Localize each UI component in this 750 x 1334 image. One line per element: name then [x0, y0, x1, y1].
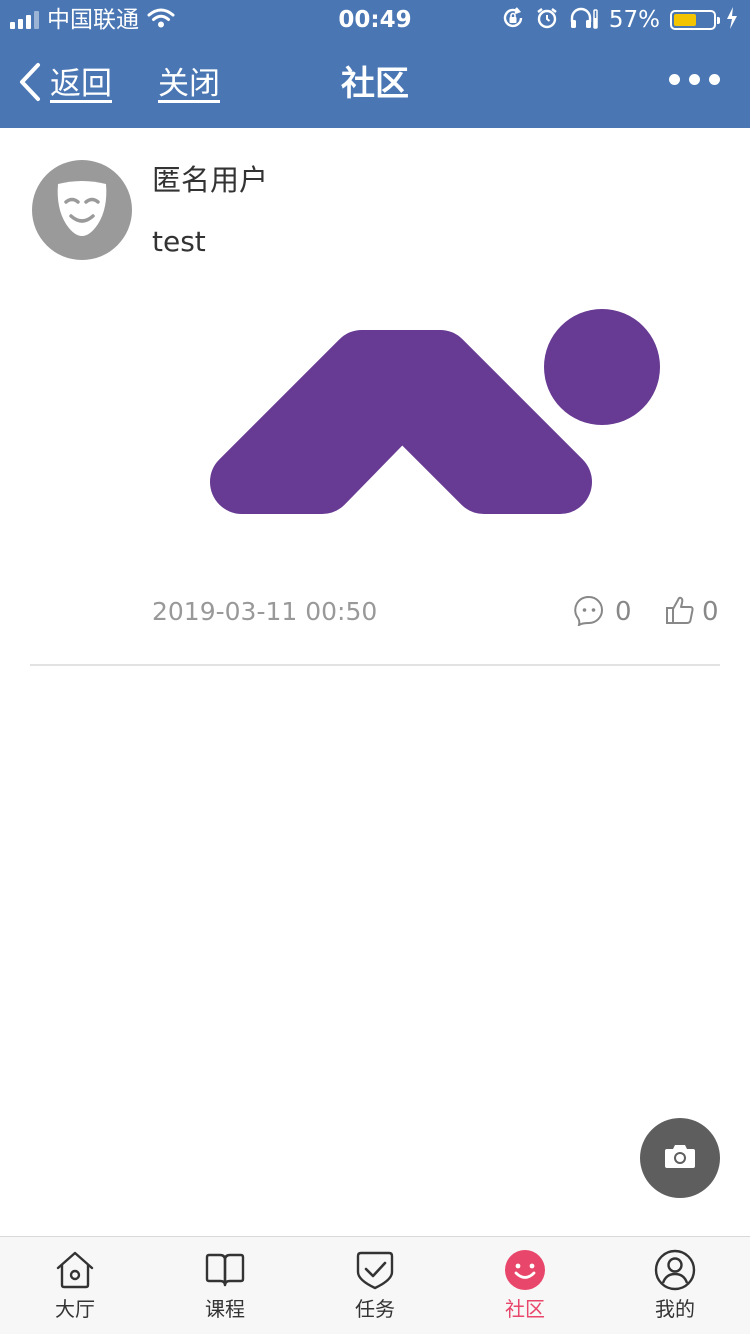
navigation-bar: 返回 关闭 社区 — [0, 40, 750, 128]
tab-hall[interactable]: 大厅 — [0, 1237, 150, 1334]
tab-label: 社区 — [505, 1297, 545, 1321]
more-icon[interactable] — [669, 74, 720, 85]
rotation-lock-icon — [501, 6, 525, 34]
like-button[interactable]: 0 — [664, 594, 719, 630]
post-timestamp: 2019-03-11 00:50 — [152, 597, 378, 626]
like-count: 0 — [702, 597, 719, 627]
alarm-icon — [535, 6, 559, 34]
comment-icon — [573, 594, 605, 630]
tab-label: 我的 — [655, 1297, 695, 1321]
tab-courses[interactable]: 课程 — [150, 1237, 300, 1334]
profile-icon — [654, 1249, 696, 1291]
comment-count: 0 — [615, 597, 632, 627]
logo-dot-shape — [544, 309, 660, 425]
community-smile-icon — [504, 1249, 546, 1291]
tab-label: 任务 — [355, 1297, 395, 1321]
tab-me[interactable]: 我的 — [600, 1237, 750, 1334]
post-divider — [30, 664, 720, 666]
camera-button[interactable] — [640, 1118, 720, 1198]
battery-percent: 57% — [608, 7, 660, 33]
headphones-icon — [569, 6, 599, 34]
status-bar: 中国联通 00:49 57% — [0, 0, 750, 40]
tab-tasks[interactable]: 任务 — [300, 1237, 450, 1334]
tab-community[interactable]: 社区 — [450, 1237, 600, 1334]
home-icon — [54, 1249, 96, 1291]
mask-icon — [54, 178, 110, 242]
book-icon — [204, 1249, 246, 1291]
camera-icon — [664, 1143, 696, 1173]
page-title: 社区 — [341, 64, 409, 104]
tab-label: 大厅 — [55, 1297, 95, 1321]
task-check-icon — [354, 1249, 396, 1291]
charging-icon — [726, 7, 738, 33]
tab-label: 课程 — [205, 1297, 245, 1321]
post-username[interactable]: 匿名用户 — [152, 160, 268, 200]
post-image[interactable] — [200, 300, 670, 540]
avatar[interactable] — [32, 160, 132, 260]
tab-bar: 大厅 课程 任务 社区 我的 — [0, 1236, 750, 1334]
thumbs-up-icon — [664, 594, 696, 630]
comment-button[interactable]: 0 — [573, 594, 632, 630]
battery-icon — [670, 10, 720, 30]
post-text: test — [152, 225, 206, 258]
